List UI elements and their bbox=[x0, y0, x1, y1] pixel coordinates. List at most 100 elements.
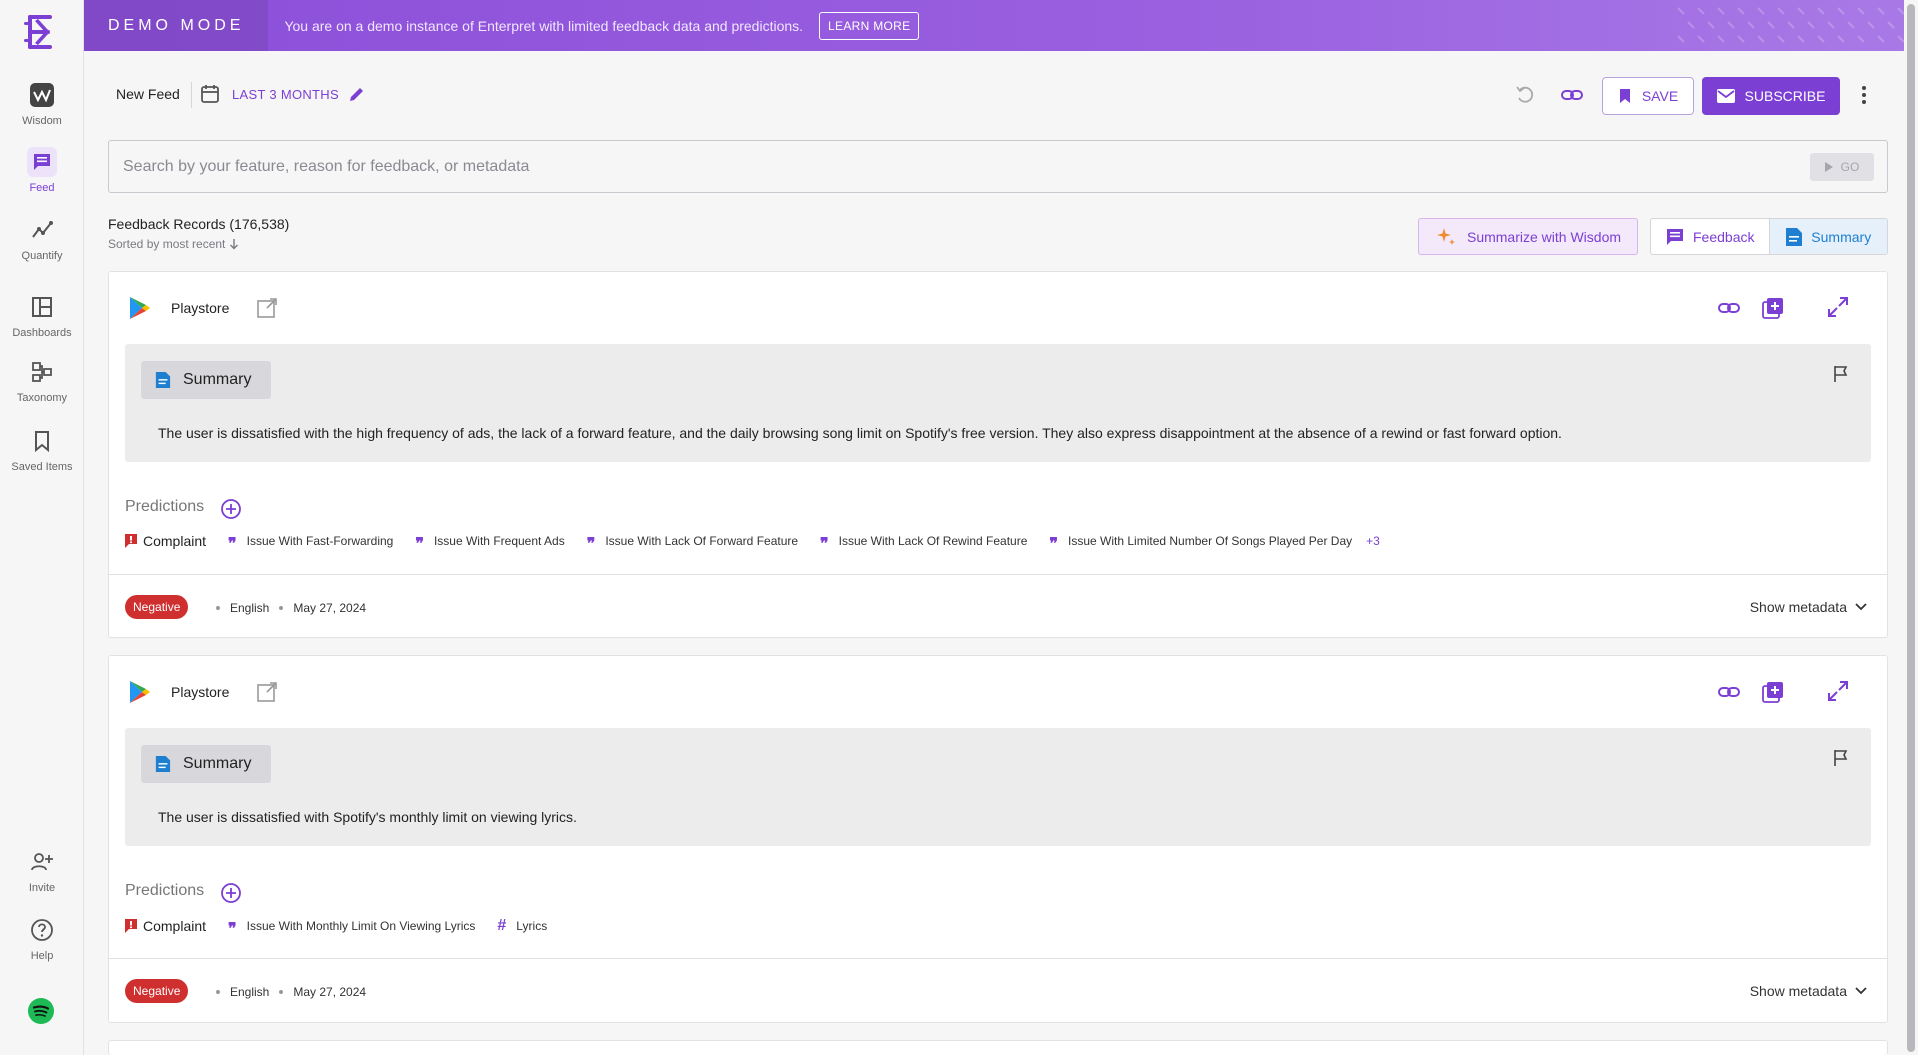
calendar-icon[interactable] bbox=[200, 84, 220, 104]
enterpret-logo[interactable] bbox=[24, 13, 58, 51]
more-tags-link[interactable]: +3 bbox=[1366, 534, 1380, 548]
show-metadata-toggle[interactable]: Show metadata bbox=[1750, 983, 1867, 999]
feedback-card: Playstore Summary The user is dissatisfi… bbox=[108, 655, 1888, 1023]
card-meta: English May 27, 2024 bbox=[216, 601, 366, 615]
taxonomy-icon bbox=[27, 357, 57, 387]
undo-icon[interactable] bbox=[1514, 84, 1536, 106]
summary-doc-icon bbox=[155, 372, 171, 388]
add-prediction-icon[interactable] bbox=[220, 498, 242, 520]
copy-link-icon[interactable] bbox=[1717, 297, 1741, 319]
add-user-icon bbox=[27, 847, 57, 877]
hashtag-icon: # bbox=[497, 917, 507, 934]
search-input[interactable] bbox=[123, 141, 1763, 192]
banner-pattern-decoration bbox=[1677, 7, 1915, 43]
prediction-tags: Complaint ❞ Issue With Monthly Limit On V… bbox=[125, 917, 547, 938]
source-name: Playstore bbox=[171, 684, 230, 700]
feedback-tab-label: Feedback bbox=[1693, 228, 1755, 245]
view-summary-tab[interactable]: Summary bbox=[1769, 219, 1887, 254]
demo-banner-text: You are on a demo instance of Enterpret … bbox=[284, 17, 804, 34]
language: English bbox=[230, 985, 270, 999]
quote-icon: ❞ bbox=[820, 534, 829, 553]
date: May 27, 2024 bbox=[293, 601, 367, 615]
sidebar-item-dashboards[interactable]: Dashboards bbox=[0, 292, 84, 339]
copy-link-icon[interactable] bbox=[1717, 681, 1741, 703]
help-icon bbox=[27, 915, 57, 945]
flag-icon[interactable] bbox=[1833, 749, 1849, 767]
meta-separator bbox=[279, 606, 284, 610]
sort-label: Sorted by most recent bbox=[108, 237, 226, 251]
reason-tag-label: Issue With Limited Number Of Songs Playe… bbox=[1068, 534, 1353, 548]
summarize-with-wisdom-button[interactable]: Summarize with Wisdom bbox=[1418, 218, 1638, 255]
date-range-selector[interactable]: LAST 3 MONTHS bbox=[232, 87, 339, 102]
sidebar-item-wisdom[interactable]: Wisdom bbox=[0, 80, 84, 127]
summarize-label: Summarize with Wisdom bbox=[1466, 228, 1622, 245]
summary-chip: Summary bbox=[141, 745, 271, 783]
card-footer: Negative English May 27, 2024 Show metad… bbox=[109, 958, 1887, 1022]
feed-toolbar: New Feed LAST 3 MONTHS SAVE SUBSCRIBE bbox=[84, 51, 1918, 139]
arrow-down-icon bbox=[230, 239, 239, 250]
bookmark-icon bbox=[1619, 89, 1630, 103]
expand-icon[interactable] bbox=[1827, 296, 1849, 318]
scrollbar-thumb[interactable] bbox=[1907, 4, 1915, 1052]
quote-icon: ❞ bbox=[228, 919, 237, 938]
reason-tag[interactable]: ❞ Issue With Lack Of Rewind Feature bbox=[820, 533, 1027, 553]
summary-doc-icon bbox=[155, 756, 171, 772]
complaint-tag[interactable]: Complaint bbox=[125, 918, 206, 934]
sort-control[interactable]: Sorted by most recent bbox=[108, 237, 239, 251]
sidebar-item-feed[interactable]: Feed bbox=[0, 147, 84, 194]
demo-banner: DEMO MODE You are on a demo instance of … bbox=[84, 0, 1918, 51]
reason-tag[interactable]: ❞ Issue With Lack Of Forward Feature bbox=[587, 533, 799, 552]
add-to-collection-icon[interactable] bbox=[1761, 680, 1785, 704]
reason-tag-label: Issue With Monthly Limit On Viewing Lyri… bbox=[246, 919, 476, 933]
theme-tag[interactable]: # Lyrics bbox=[497, 917, 547, 935]
summary-box: Summary The user is dissatisfied with Sp… bbox=[125, 728, 1871, 846]
feedback-icon bbox=[1667, 228, 1683, 245]
complaint-label: Complaint bbox=[143, 533, 207, 549]
sidebar-item-taxonomy[interactable]: Taxonomy bbox=[0, 357, 84, 404]
page-scrollbar[interactable] bbox=[1904, 0, 1918, 1055]
show-metadata-toggle[interactable]: Show metadata bbox=[1750, 599, 1867, 615]
sidebar-item-invite[interactable]: Invite bbox=[0, 847, 84, 894]
external-link-icon[interactable] bbox=[256, 681, 278, 703]
quote-icon: ❞ bbox=[415, 534, 424, 553]
external-link-icon[interactable] bbox=[256, 297, 278, 319]
language: English bbox=[230, 601, 270, 615]
learn-more-button[interactable]: LEARN MORE bbox=[819, 11, 920, 40]
link-icon[interactable] bbox=[1560, 84, 1584, 106]
sidebar-item-help[interactable]: Help bbox=[0, 915, 84, 962]
pencil-icon[interactable] bbox=[348, 85, 366, 103]
save-button[interactable]: SAVE bbox=[1602, 77, 1694, 115]
meta-separator bbox=[216, 606, 220, 610]
mail-icon bbox=[1716, 89, 1735, 103]
subscribe-button[interactable]: SUBSCRIBE bbox=[1702, 77, 1840, 115]
wisdom-icon bbox=[27, 80, 57, 110]
source-name: Playstore bbox=[171, 300, 230, 316]
meta-separator bbox=[279, 990, 284, 994]
reason-tag[interactable]: ❞ Issue With Frequent Ads bbox=[415, 533, 564, 553]
complaint-icon bbox=[125, 919, 137, 933]
sidebar-item-saved-items[interactable]: Saved Items bbox=[0, 426, 84, 473]
go-button[interactable]: GO bbox=[1810, 153, 1874, 181]
view-feedback-tab[interactable]: Feedback bbox=[1651, 219, 1770, 254]
summary-chip-label: Summary bbox=[183, 755, 252, 772]
feedback-card bbox=[108, 1040, 1888, 1055]
sidebar-item-quantify[interactable]: Quantify bbox=[0, 215, 84, 262]
summary-doc-icon bbox=[1786, 227, 1803, 246]
sentiment-badge: Negative bbox=[125, 979, 189, 1003]
spotify-avatar-icon[interactable] bbox=[28, 998, 54, 1024]
expand-icon[interactable] bbox=[1827, 680, 1849, 702]
flag-icon[interactable] bbox=[1833, 365, 1849, 383]
subscribe-label: SUBSCRIBE bbox=[1744, 88, 1826, 104]
complaint-tag[interactable]: Complaint bbox=[125, 533, 206, 549]
sentiment-badge: Negative bbox=[125, 595, 189, 619]
reason-tag[interactable]: ❞ Issue With Fast-Forwarding bbox=[228, 533, 394, 552]
add-prediction-icon[interactable] bbox=[220, 882, 242, 904]
reason-tag[interactable]: ❞ Issue With Monthly Limit On Viewing Lyr… bbox=[228, 918, 476, 938]
reason-tag[interactable]: ❞ Issue With Limited Number Of Songs Play… bbox=[1049, 533, 1353, 552]
more-vertical-icon[interactable] bbox=[1860, 84, 1868, 106]
card-header: Playstore bbox=[109, 272, 1887, 342]
add-to-collection-icon[interactable] bbox=[1761, 296, 1785, 320]
reason-tag-label: Issue With Lack Of Forward Feature bbox=[605, 534, 799, 548]
feed-name[interactable]: New Feed bbox=[116, 86, 180, 102]
reason-tag-label: Issue With Fast-Forwarding bbox=[246, 534, 394, 548]
